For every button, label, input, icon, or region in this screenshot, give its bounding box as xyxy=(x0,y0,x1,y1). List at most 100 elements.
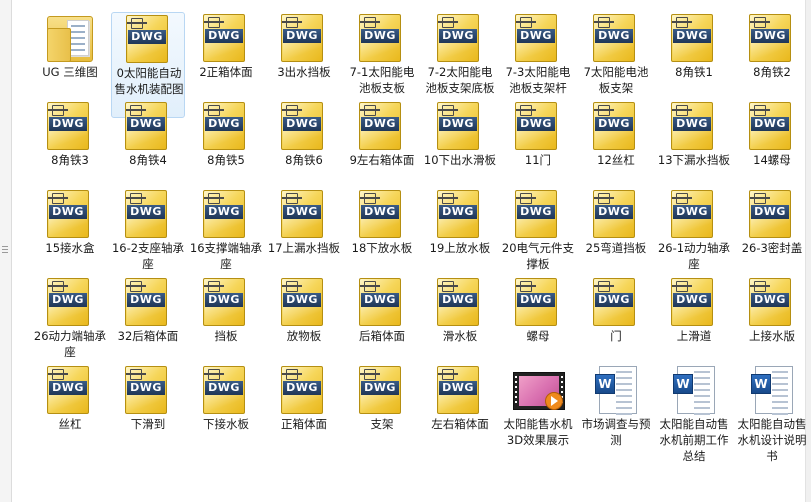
dwg-badge-text: DWG xyxy=(286,381,318,394)
dwg-file-icon: DWG xyxy=(125,366,171,414)
file-label: 太阳能自动售水机前期工作总结 xyxy=(659,417,729,463)
dwg-file-icon: DWG xyxy=(671,102,717,150)
dwg-badge-text: DWG xyxy=(442,381,474,394)
dwg-file-icon: DWG xyxy=(593,102,639,150)
file-item[interactable]: DWG 丝杠 xyxy=(33,364,107,470)
file-label: 32后箱体面 xyxy=(117,329,179,343)
file-label: 19上放水板 xyxy=(429,241,491,255)
dwg-badge-text: DWG xyxy=(130,293,162,306)
dwg-file-icon: DWG xyxy=(671,190,717,238)
file-label: 8角铁4 xyxy=(129,153,167,167)
dwg-file-icon: DWG xyxy=(203,366,249,414)
dwg-badge-text: DWG xyxy=(598,29,630,42)
file-label: 0太阳能自动售水机装配图 xyxy=(114,66,184,96)
dwg-badge-text: DWG xyxy=(208,117,240,130)
dwg-badge-text: DWG xyxy=(130,381,162,394)
play-icon xyxy=(545,392,563,410)
dwg-file-icon: DWG xyxy=(203,190,249,238)
file-item[interactable]: DWG 支架 xyxy=(345,364,419,470)
dwg-badge-text: DWG xyxy=(442,205,474,218)
file-label: 丝杠 xyxy=(58,417,82,431)
file-label: 8角铁1 xyxy=(675,65,713,79)
file-icon-view: UG 三维图 DWG 0太阳能自动售水机装配图 DWG 2正箱体面 DWG 3出水挡板 DWG… xyxy=(11,0,809,502)
file-label: 18下放水板 xyxy=(351,241,413,255)
dwg-file-icon: DWG xyxy=(47,366,93,414)
dwg-badge-text: DWG xyxy=(208,381,240,394)
file-item[interactable]: 太阳能售水机3D效果展示 xyxy=(501,364,575,470)
file-label: 17上漏水挡板 xyxy=(267,241,341,255)
dwg-badge-text: DWG xyxy=(208,205,240,218)
dwg-file-icon: DWG xyxy=(359,278,405,326)
file-item[interactable]: W 市场调查与预测 xyxy=(579,364,653,470)
dwg-file-icon: DWG xyxy=(671,14,717,62)
dwg-file-icon: DWG xyxy=(749,102,795,150)
file-label: UG 三维图 xyxy=(42,65,98,79)
dwg-badge-text: DWG xyxy=(131,30,163,43)
folder-icon xyxy=(47,14,93,62)
file-label: 26-3密封盖 xyxy=(741,241,803,255)
dwg-file-icon: DWG xyxy=(125,278,171,326)
file-label: 20电气元件支撑板 xyxy=(501,241,575,271)
file-item[interactable]: W 太阳能自动售水机前期工作总结 xyxy=(657,364,731,470)
dwg-badge-text: DWG xyxy=(52,205,84,218)
file-label: 太阳能自动售水机设计说明书 xyxy=(737,417,807,463)
dwg-badge-text: DWG xyxy=(442,293,474,306)
file-label: 3出水挡板 xyxy=(277,65,331,79)
word-document-icon: W xyxy=(593,366,639,415)
dwg-badge-text: DWG xyxy=(364,293,396,306)
dwg-file-icon: DWG xyxy=(281,102,327,150)
dwg-badge-text: DWG xyxy=(676,29,708,42)
dwg-badge-text: DWG xyxy=(598,205,630,218)
dwg-file-icon: DWG xyxy=(126,15,172,63)
word-badge-text: W xyxy=(673,374,693,394)
word-document-icon: W xyxy=(671,366,717,415)
file-label: 太阳能售水机3D效果展示 xyxy=(503,417,573,447)
file-label: 8角铁2 xyxy=(753,65,791,79)
file-label: 上滑道 xyxy=(676,329,712,343)
dwg-file-icon: DWG xyxy=(515,190,561,238)
dwg-badge-text: DWG xyxy=(286,29,318,42)
file-item[interactable]: DWG 左右箱体面 xyxy=(423,364,497,470)
file-label: 门 xyxy=(610,329,622,343)
dwg-file-icon: DWG xyxy=(281,14,327,62)
file-label: 左右箱体面 xyxy=(431,417,489,431)
file-label: 7-2太阳能电池板支架底板 xyxy=(425,65,495,95)
dwg-file-icon: DWG xyxy=(437,14,483,62)
dwg-badge-text: DWG xyxy=(676,205,708,218)
word-badge-text: W xyxy=(595,374,615,394)
file-label: 下接水板 xyxy=(203,417,249,431)
file-label: 放物板 xyxy=(286,329,322,343)
file-label: 正箱体面 xyxy=(281,417,327,431)
dwg-badge-text: DWG xyxy=(754,205,786,218)
dwg-badge-text: DWG xyxy=(364,381,396,394)
dwg-badge-text: DWG xyxy=(754,117,786,130)
file-label: 10下出水滑板 xyxy=(423,153,497,167)
file-label: 8角铁3 xyxy=(51,153,89,167)
dwg-badge-text: DWG xyxy=(286,293,318,306)
file-label: 9左右箱体面 xyxy=(349,153,415,167)
file-label: 26-1动力轴承座 xyxy=(657,241,731,271)
dwg-badge-text: DWG xyxy=(364,117,396,130)
file-item[interactable]: DWG 正箱体面 xyxy=(267,364,341,470)
file-label: 滑水板 xyxy=(442,329,478,343)
file-label: 支架 xyxy=(370,417,394,431)
dwg-file-icon: DWG xyxy=(593,190,639,238)
file-label: 螺母 xyxy=(526,329,550,343)
dwg-badge-text: DWG xyxy=(130,117,162,130)
word-document-icon: W xyxy=(749,366,795,415)
file-label: 2正箱体面 xyxy=(199,65,253,79)
dwg-file-icon: DWG xyxy=(203,14,249,62)
file-label: 12丝杠 xyxy=(597,153,635,167)
dwg-file-icon: DWG xyxy=(437,102,483,150)
dwg-badge-text: DWG xyxy=(208,293,240,306)
dwg-file-icon: DWG xyxy=(437,366,483,414)
dwg-file-icon: DWG xyxy=(203,278,249,326)
dwg-badge-text: DWG xyxy=(52,381,84,394)
file-label: 26动力端轴承座 xyxy=(33,329,107,359)
dwg-file-icon: DWG xyxy=(359,14,405,62)
file-item[interactable]: DWG 下接水板 xyxy=(189,364,263,470)
dwg-badge-text: DWG xyxy=(520,205,552,218)
file-item[interactable]: DWG 下滑到 xyxy=(111,364,185,470)
file-label: 14螺母 xyxy=(753,153,791,167)
file-item[interactable]: W 太阳能自动售水机设计说明书 xyxy=(735,364,809,470)
